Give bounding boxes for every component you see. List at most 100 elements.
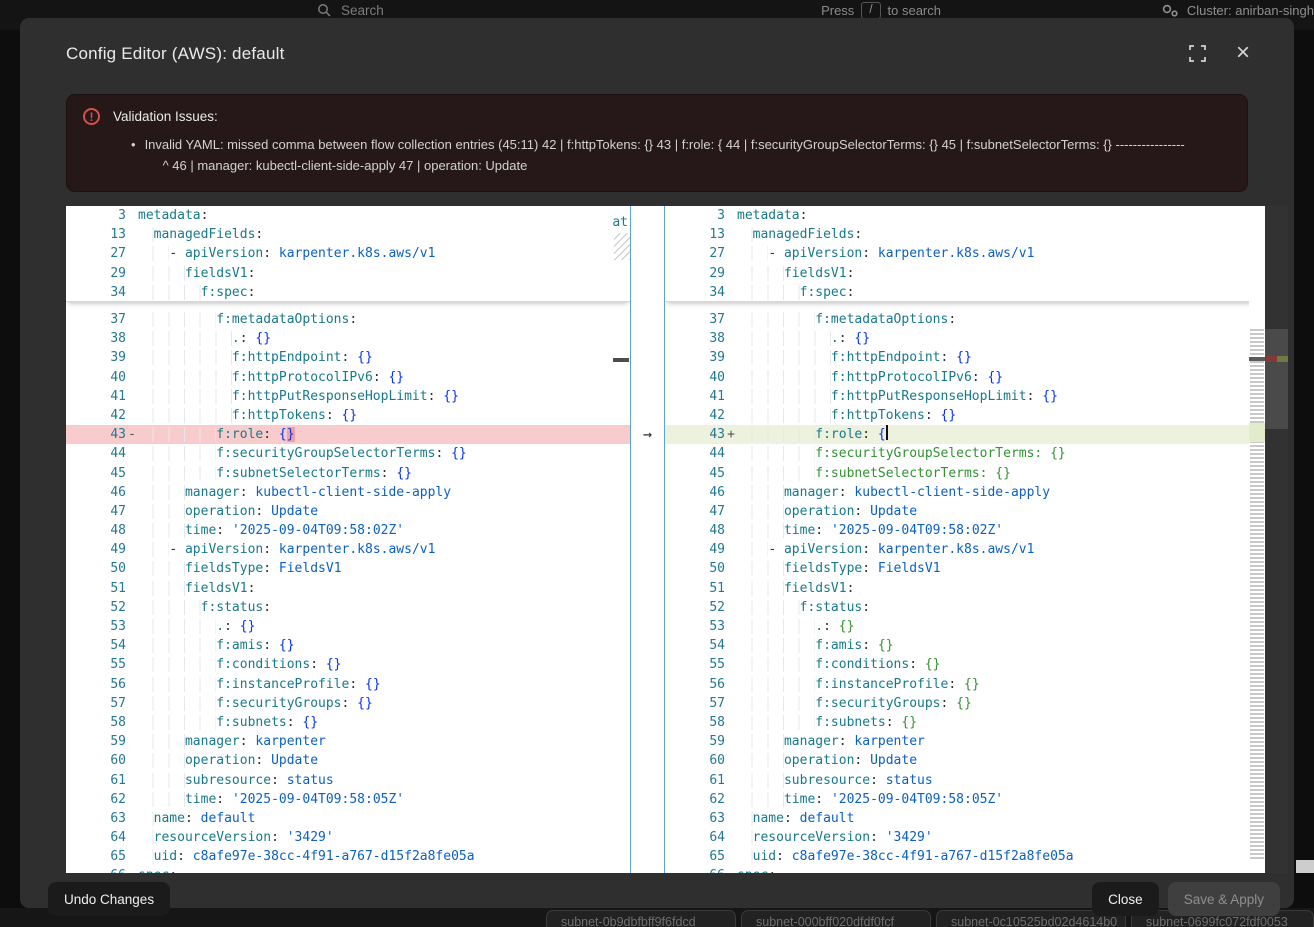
save-apply-button[interactable]: Save & Apply (1168, 882, 1280, 916)
diff-pane-original[interactable]: 37 f:metadataOptions:38 .: {}39 f:httpEn… (66, 206, 630, 873)
code-line[interactable]: 56 f:instanceProfile: {} (66, 675, 630, 694)
code-line[interactable]: 66spec: (66, 866, 630, 873)
code-line[interactable]: 38 .: {} (665, 329, 1288, 348)
code-line[interactable]: 39 f:httpEndpoint: {} (66, 348, 630, 367)
fold-widget-fragment[interactable]: at (612, 215, 628, 230)
code-line[interactable]: 41 f:httpPutResponseHopLimit: {} (66, 387, 630, 406)
diff-pane-modified[interactable]: 37 f:metadataOptions:38 .: {}39 f:httpEn… (665, 206, 1288, 873)
code-line[interactable]: 37 f:metadataOptions: (665, 310, 1288, 329)
code-line[interactable]: 52 f:status: (665, 598, 1288, 617)
diff-line-marker (725, 636, 737, 655)
bullet-glyph: • (131, 134, 136, 176)
code-line[interactable]: 27 - apiVersion: karpenter.k8s.aws/v1 (66, 244, 630, 263)
code-line[interactable]: 59 manager: karpenter (66, 732, 630, 751)
code-line[interactable]: 39 f:httpEndpoint: {} (665, 348, 1288, 367)
code-line[interactable]: 41 f:httpPutResponseHopLimit: {} (665, 387, 1288, 406)
code-line[interactable]: 45 f:subnetSelectorTerms: {} (66, 464, 630, 483)
code-line[interactable]: 3metadata: (66, 206, 630, 225)
code-line[interactable]: 46 manager: kubectl-client-side-apply (665, 483, 1288, 502)
line-number: 58 (66, 713, 126, 732)
code-line[interactable]: 65 uid: c8afe97e-38cc-4f91-a767-d15f2a8f… (665, 847, 1288, 866)
code-line[interactable]: 44 f:securityGroupSelectorTerms: {} (66, 444, 630, 463)
code-line[interactable]: 3metadata: (665, 206, 1288, 225)
line-number: 40 (66, 368, 126, 387)
code-text: f:status: (138, 598, 271, 617)
code-line[interactable]: 48 time: '2025-09-04T09:58:02Z' (665, 521, 1288, 540)
code-line[interactable]: 60 operation: Update (665, 751, 1288, 770)
line-number: 59 (66, 732, 126, 751)
code-line[interactable]: 63 name: default (66, 809, 630, 828)
code-line[interactable]: 64 resourceVersion: '3429' (665, 828, 1288, 847)
code-line[interactable]: 49 - apiVersion: karpenter.k8s.aws/v1 (66, 540, 630, 559)
code-line[interactable]: 13 managedFields: (66, 225, 630, 244)
close-icon[interactable]: × (1232, 42, 1254, 64)
undo-changes-button[interactable]: Undo Changes (48, 882, 170, 916)
code-line[interactable]: 65 uid: c8afe97e-38cc-4f91-a767-d15f2a8f… (66, 847, 630, 866)
code-line[interactable]: 49 - apiVersion: karpenter.k8s.aws/v1 (665, 540, 1288, 559)
code-line[interactable]: 45 f:subnetSelectorTerms: {} (665, 464, 1288, 483)
code-line[interactable]: 52 f:status: (66, 598, 630, 617)
code-line[interactable]: 66spec: (665, 866, 1288, 873)
code-line[interactable]: 62 time: '2025-09-04T09:58:05Z' (665, 790, 1288, 809)
code-line[interactable]: 58 f:subnets: {} (665, 713, 1288, 732)
line-number: 39 (66, 348, 126, 367)
code-line[interactable]: 59 manager: karpenter (665, 732, 1288, 751)
code-line[interactable]: 13 managedFields: (665, 225, 1288, 244)
line-number: 34 (665, 283, 725, 302)
code-line[interactable]: 53 .: {} (66, 617, 630, 636)
code-line[interactable]: 57 f:securityGroups: {} (665, 694, 1288, 713)
code-line[interactable]: 50 fieldsType: FieldsV1 (66, 559, 630, 578)
code-line[interactable]: 62 time: '2025-09-04T09:58:05Z' (66, 790, 630, 809)
code-line[interactable]: 63 name: default (665, 809, 1288, 828)
search-input[interactable]: Search (341, 3, 384, 18)
code-line[interactable]: 53 .: {} (665, 617, 1288, 636)
code-line[interactable]: 40 f:httpProtocolIPv6: {} (665, 368, 1288, 387)
sticky-scroll-original: 3metadata:13 managedFields:27 - apiVersi… (66, 206, 630, 302)
code-line[interactable]: 60 operation: Update (66, 751, 630, 770)
code-line[interactable]: 34 f:spec: (66, 283, 630, 302)
line-number: 47 (66, 502, 126, 521)
code-text: f:httpPutResponseHopLimit: {} (737, 387, 1058, 406)
code-line[interactable]: 61 subresource: status (665, 771, 1288, 790)
warning-icon: ! (83, 108, 100, 125)
code-line[interactable]: 64 resourceVersion: '3429' (66, 828, 630, 847)
code-line[interactable]: 42 f:httpTokens: {} (665, 406, 1288, 425)
scrollbar-slider[interactable] (1265, 329, 1288, 429)
code-line[interactable]: 42 f:httpTokens: {} (66, 406, 630, 425)
code-text: .: {} (737, 617, 854, 636)
code-line[interactable]: 29 fieldsV1: (665, 264, 1288, 283)
code-line[interactable]: 54 f:amis: {} (66, 636, 630, 655)
diff-line-marker (126, 675, 138, 694)
code-line[interactable]: 43- f:role: {} (66, 425, 630, 444)
code-line[interactable]: 61 subresource: status (66, 771, 630, 790)
code-line[interactable]: 29 fieldsV1: (66, 264, 630, 283)
code-line[interactable]: 54 f:amis: {} (665, 636, 1288, 655)
code-line[interactable]: 51 fieldsV1: (665, 579, 1288, 598)
code-line[interactable]: 58 f:subnets: {} (66, 713, 630, 732)
code-line[interactable]: 46 manager: kubectl-client-side-apply (66, 483, 630, 502)
code-line[interactable]: 48 time: '2025-09-04T09:58:02Z' (66, 521, 630, 540)
code-line[interactable]: 44 f:securityGroupSelectorTerms: {} (665, 444, 1288, 463)
code-text: resourceVersion: '3429' (138, 828, 334, 847)
code-line[interactable]: 55 f:conditions: {} (66, 655, 630, 674)
revert-change-arrow[interactable]: → (631, 425, 664, 444)
code-line[interactable]: 50 fieldsType: FieldsV1 (665, 559, 1288, 578)
overview-ruler[interactable] (1265, 206, 1288, 873)
code-line[interactable]: 38 .: {} (66, 329, 630, 348)
code-line[interactable]: 55 f:conditions: {} (665, 655, 1288, 674)
code-line[interactable]: 51 fieldsV1: (66, 579, 630, 598)
code-line[interactable]: 37 f:metadataOptions: (66, 310, 630, 329)
code-line[interactable]: 27 - apiVersion: karpenter.k8s.aws/v1 (665, 244, 1288, 263)
code-line[interactable]: 34 f:spec: (665, 283, 1288, 302)
close-button[interactable]: Close (1092, 882, 1159, 916)
fullscreen-icon[interactable] (1186, 42, 1208, 64)
code-line[interactable]: 56 f:instanceProfile: {} (665, 675, 1288, 694)
code-line[interactable]: 40 f:httpProtocolIPv6: {} (66, 368, 630, 387)
code-line[interactable]: 43+ f:role: { (665, 425, 1288, 444)
code-line[interactable]: 47 operation: Update (66, 502, 630, 521)
minimap[interactable] (1249, 206, 1265, 873)
line-number: 34 (66, 283, 126, 302)
code-line[interactable]: 57 f:securityGroups: {} (66, 694, 630, 713)
code-line[interactable]: 47 operation: Update (665, 502, 1288, 521)
diff-line-marker (725, 368, 737, 387)
